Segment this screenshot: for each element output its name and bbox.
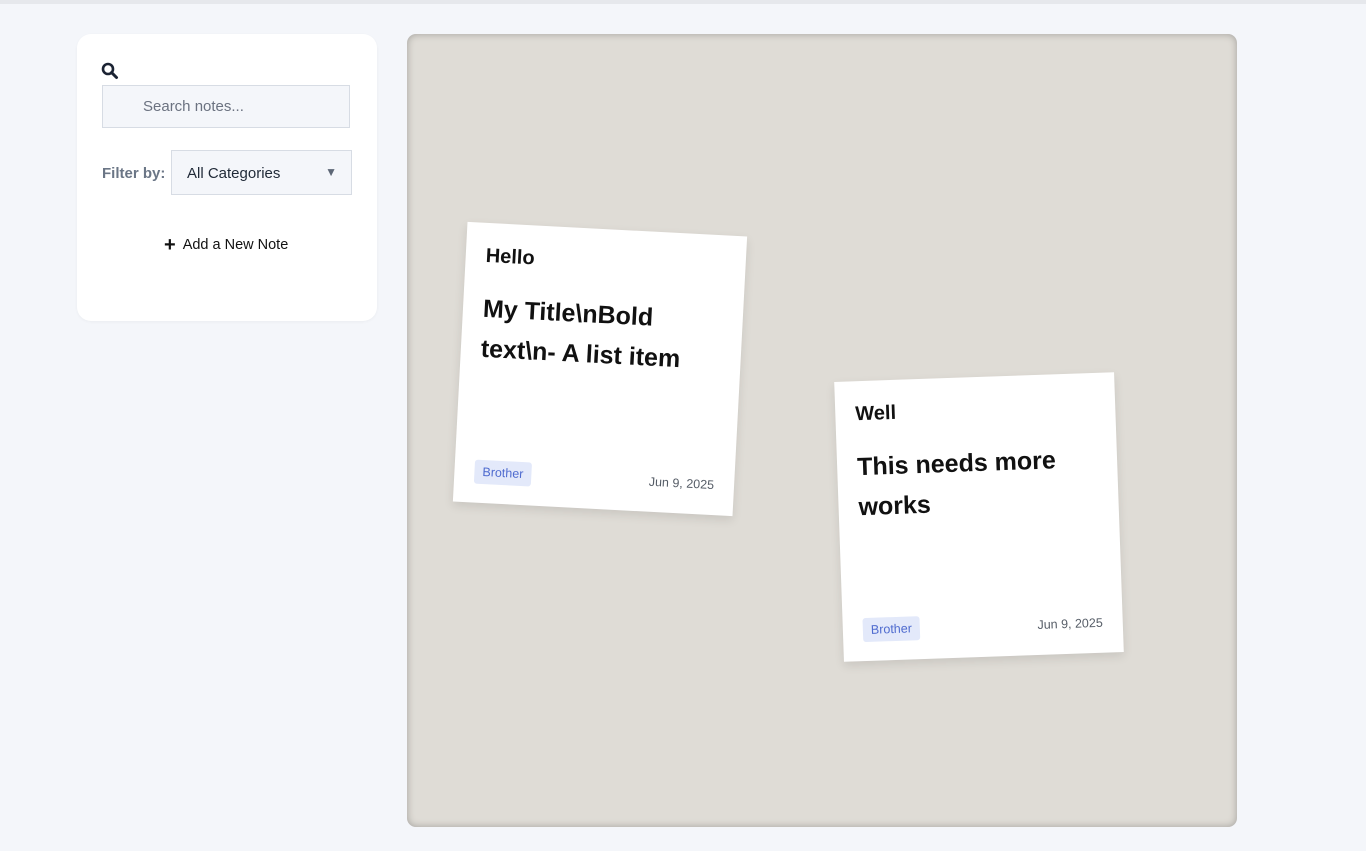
note-title: Hello <box>485 244 536 270</box>
filter-label: Filter by: <box>102 165 166 182</box>
category-filter-value: All Categories <box>187 165 281 182</box>
note-title: Well <box>854 401 897 426</box>
category-filter-select[interactable]: All Categories ▼ <box>171 150 352 195</box>
plus-icon: + <box>164 234 176 256</box>
note-category-badge[interactable]: Brother <box>862 616 921 643</box>
note-body: My Title\nBold text\n- A list item <box>480 294 681 374</box>
top-strip <box>0 0 1366 4</box>
sidebar-panel: Filter by: All Categories ▼ + Add a New … <box>77 34 377 321</box>
note-card[interactable]: Well This needs more works Brother Jun 9… <box>834 372 1124 662</box>
search-icon <box>101 62 118 79</box>
add-note-button[interactable]: + Add a New Note <box>164 235 288 255</box>
note-body: This needs more works <box>856 446 1057 522</box>
chevron-down-icon: ▼ <box>325 165 337 179</box>
search-input[interactable] <box>102 85 350 128</box>
note-date: Jun 9, 2025 <box>1037 615 1104 633</box>
notes-board: Hello My Title\nBold text\n- A list item… <box>407 34 1237 827</box>
add-note-label: Add a New Note <box>182 237 289 253</box>
note-category-badge[interactable]: Brother <box>473 459 533 487</box>
note-card[interactable]: Hello My Title\nBold text\n- A list item… <box>452 221 748 517</box>
note-date: Jun 9, 2025 <box>648 474 715 493</box>
